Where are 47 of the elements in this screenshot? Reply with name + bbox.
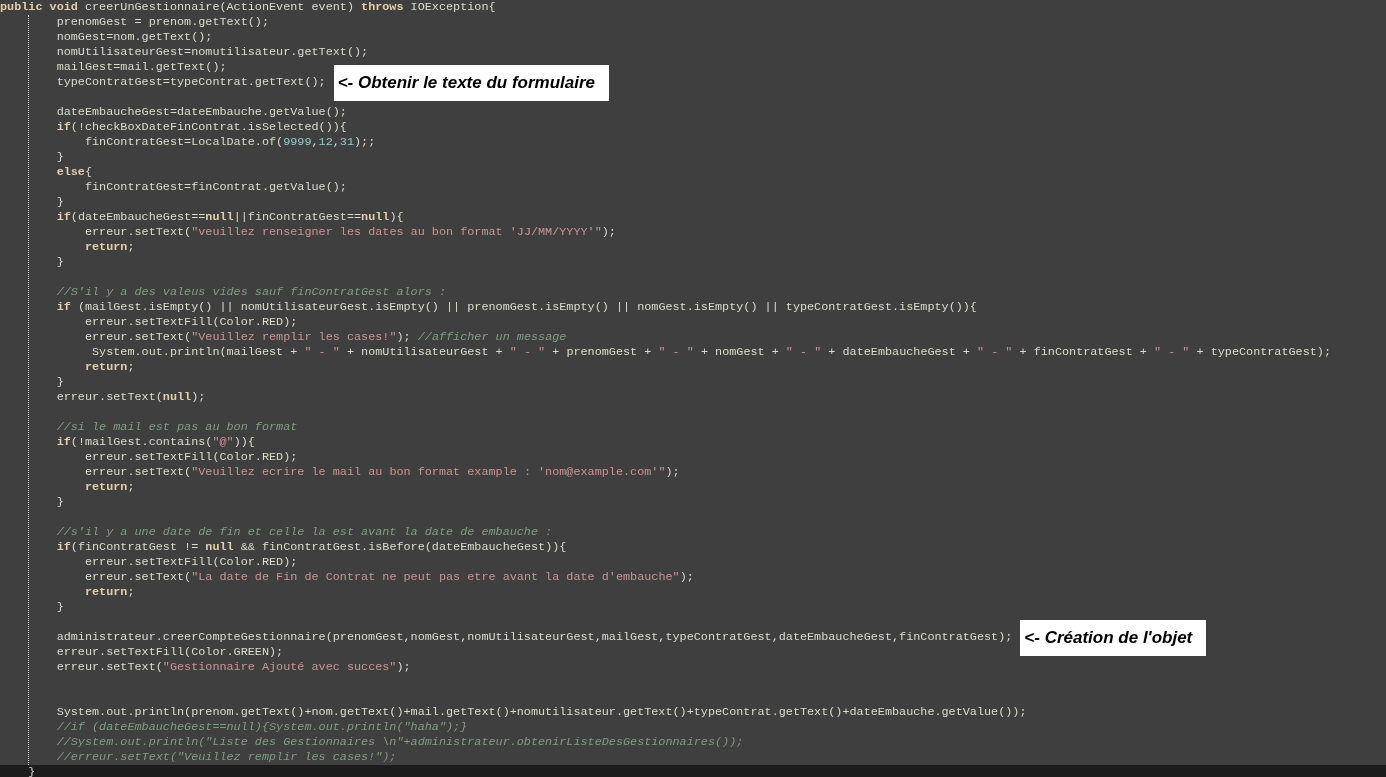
code-line: //if (dateEmbaucheGest==null){System.out.println("haha");} bbox=[55, 720, 468, 735]
code-line: //s'il y a une date de fin et celle la est avant la date de embauche : bbox=[55, 525, 553, 540]
code-line: } bbox=[55, 495, 64, 510]
code-line: if(finContratGest != null && finContratGest.isBefore(dateEmbaucheGest)){ bbox=[55, 540, 567, 555]
code-line: prenomGest = prenom.getText(); bbox=[55, 15, 269, 30]
code-line: } bbox=[27, 765, 36, 777]
code-line: } bbox=[55, 600, 64, 615]
code-line: System.out.println(prenom.getText()+nom.getText()+mail.getText()+nomutilisateur.getText()+typeContrat.getText()+dateEmbauche.getValue()); bbox=[55, 705, 1027, 720]
code-line: administrateur.creerCompteGestionnaire(prenomGest,nomGest,nomUtilisateurGest,mailGest,typeContratGest,dateEmbaucheGest,finContratGest); bbox=[55, 630, 1013, 645]
code-line: erreur.setText("La date de Fin de Contrat ne peut pas etre avant la date d'embauche"); bbox=[83, 570, 694, 585]
code-line: //S'il y a des valeus vides sauf finContratGest alors : bbox=[55, 285, 446, 300]
code-line: typeContratGest=typeContrat.getText(); bbox=[55, 75, 326, 90]
code-line: //erreur.setText("Veuillez remplir les cases!"); bbox=[55, 750, 397, 765]
code-line: erreur.setTextFill(Color.RED); bbox=[83, 450, 298, 465]
code-line: erreur.setTextFill(Color.GREEN); bbox=[55, 645, 284, 660]
code-line: public void creerUnGestionnaire(ActionEvent event) throws IOException{ bbox=[0, 0, 496, 15]
annotation-label: <- Création de l'objet bbox=[1020, 619, 1207, 656]
code-line: if(dateEmbaucheGest==null||finContratGest==null){ bbox=[55, 210, 404, 225]
code-line: return; bbox=[83, 240, 135, 255]
code-line: if(!mailGest.contains("@")){ bbox=[55, 435, 255, 450]
code-line: finContratGest=finContrat.getValue(); bbox=[83, 180, 347, 195]
code-line: } bbox=[55, 375, 64, 390]
code-line: erreur.setText(null); bbox=[55, 390, 206, 405]
code-line: if (mailGest.isEmpty() || nomUtilisateurGest.isEmpty() || prenomGest.isEmpty() || nomGest.isEmpty() || typeContratGest.isEmpty()){ bbox=[55, 300, 977, 315]
code-line: return; bbox=[83, 585, 135, 600]
code-line: nomUtilisateurGest=nomutilisateur.getText(); bbox=[55, 45, 369, 60]
code-line: erreur.setText("Veuillez remplir les cases!"); //afficher un message bbox=[83, 330, 567, 345]
code-line: else{ bbox=[55, 165, 93, 180]
code-line: finContratGest=LocalDate.of(9999,12,31);; bbox=[83, 135, 376, 150]
code-line: //System.out.println("Liste des Gestionnaires \n"+administrateur.obtenirListeDesGestionnaires()); bbox=[55, 735, 744, 750]
code-line: dateEmbaucheGest=dateEmbauche.getValue(); bbox=[55, 105, 347, 120]
code-line: erreur.setTextFill(Color.RED); bbox=[83, 315, 298, 330]
code-line: if(!checkBoxDateFinContrat.isSelected()){ bbox=[55, 120, 347, 135]
code-line: System.out.println(mailGest + " - " + nomUtilisateurGest + " - " + prenomGest + " - " + nomGest + " - " + dateEmbaucheGest + " - " + finContratGest + " - " + typeContratGest); bbox=[91, 345, 1331, 360]
code-line: //si le mail est pas au bon format bbox=[55, 420, 298, 435]
code-line: return; bbox=[83, 360, 135, 375]
code-line: erreur.setText("Veuillez ecrire le mail au bon format example : 'nom@example.com'"); bbox=[83, 465, 680, 480]
annotation-label: <- Obtenir le texte du formulaire bbox=[333, 64, 610, 101]
code-line: } bbox=[55, 150, 64, 165]
code-line: return; bbox=[83, 480, 135, 495]
code-line: erreur.setText("Gestionnaire Ajouté avec succes"); bbox=[55, 660, 411, 675]
code-line: } bbox=[55, 255, 64, 270]
code-line: erreur.setText("veuillez renseigner les dates au bon format 'JJ/MM/YYYY'"); bbox=[83, 225, 616, 240]
code-line: nomGest=nom.getText(); bbox=[55, 30, 213, 45]
code-line: erreur.setTextFill(Color.RED); bbox=[83, 555, 298, 570]
code-line: } bbox=[55, 195, 64, 210]
code-line: mailGest=mail.getText(); bbox=[55, 60, 227, 75]
